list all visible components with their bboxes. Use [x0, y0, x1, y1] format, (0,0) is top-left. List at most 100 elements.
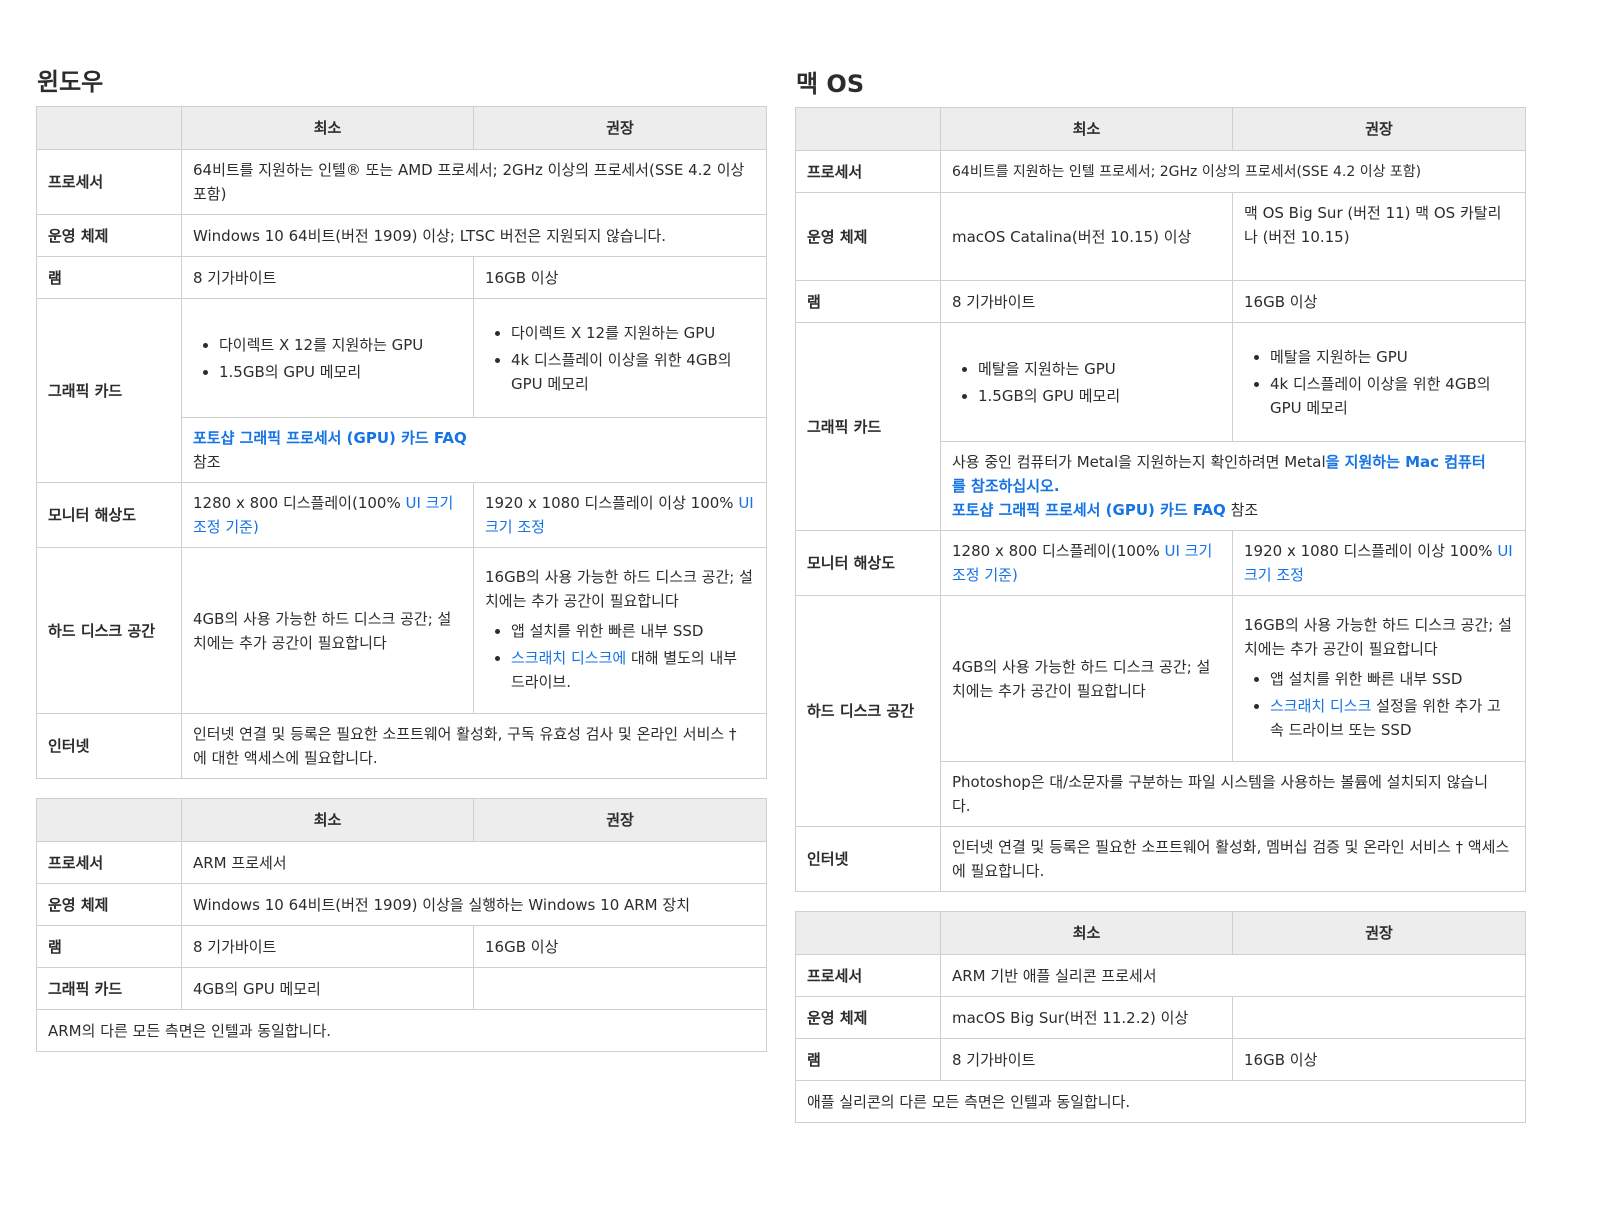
row-label: 운영 체제: [795, 996, 941, 1039]
column-header-minimum: 최소: [940, 107, 1233, 151]
processor-value: ARM 프로세서: [181, 841, 767, 884]
list-item: 메탈을 지원하는 GPU: [978, 357, 1221, 381]
disk-minimum: 4GB의 사용 가능한 하드 디스크 공간; 설치에는 추가 공간이 필요합니다: [181, 547, 474, 714]
table-header-row: 최소 권장: [36, 798, 767, 842]
table-row-processor: 프로세서 64비트를 지원하는 인텔® 또는 AMD 프로세서; 2GHz 이상…: [36, 149, 767, 215]
table-row-graphics: 그래픽 카드 다이렉트 X 12를 지원하는 GPU 1.5GB의 GPU 메모…: [36, 298, 767, 483]
table-row-graphics: 그래픽 카드 메탈을 지원하는 GPU 1.5GB의 GPU 메모리 메탈을 지…: [795, 322, 1526, 531]
disk-recommended-text: 16GB의 사용 가능한 하드 디스크 공간; 설치에는 추가 공간이 필요합니…: [1244, 615, 1512, 658]
corner-cell: [36, 106, 182, 150]
graphics-recommended-list: 메탈을 지원하는 GPU 4k 디스플레이 이상을 위한 4GB의 GPU 메모…: [1244, 345, 1514, 420]
row-label: 램: [795, 1038, 941, 1081]
os-minimum: macOS Catalina(버전 10.15) 이상: [940, 192, 1233, 281]
column-header-recommended: 권장: [473, 106, 767, 150]
gpu-faq-suffix: 참조: [1225, 501, 1259, 519]
processor-text: 64비트를 지원하는 인텔® 또는 AMD 프로세서; 2GHz 이상의 프로세…: [193, 161, 745, 203]
table-row-processor: 프로세서 ARM 기반 애플 실리콘 프로세서: [795, 954, 1526, 997]
processor-value: 64비트를 지원하는 인텔 프로세서; 2GHz 이상의 프로세서(SSE 4.…: [940, 150, 1526, 193]
os-value: Windows 10 64비트(버전 1909) 이상; LTSC 버전은 지원…: [181, 214, 767, 257]
monitor-recommended-text: 1920 x 1080 디스플레이 이상 100%: [1244, 542, 1498, 560]
row-label: 모니터 해상도: [795, 530, 941, 596]
list-item: 4k 디스플레이 이상을 위한 4GB의 GPU 메모리: [511, 348, 755, 396]
disk-recommended: 16GB의 사용 가능한 하드 디스크 공간; 설치에는 추가 공간이 필요합니…: [1232, 595, 1526, 762]
disk-recommended-text: 16GB의 사용 가능한 하드 디스크 공간; 설치에는 추가 공간이 필요합니…: [485, 567, 753, 610]
ram-minimum: 8 기가바이트: [181, 256, 474, 299]
table-row-ram: 램 8 기가바이트 16GB 이상: [36, 256, 767, 299]
row-label: 그래픽 카드: [795, 322, 941, 531]
column-header-recommended: 권장: [473, 798, 767, 842]
row-label: 램: [795, 280, 941, 323]
table-row-ram: 램 8 기가바이트 16GB 이상: [795, 1038, 1526, 1081]
list-item: 메탈을 지원하는 GPU: [1270, 345, 1514, 369]
table-row-disk: 하드 디스크 공간 4GB의 사용 가능한 하드 디스크 공간; 설치에는 추가…: [795, 595, 1526, 827]
gpu-faq-link[interactable]: 포토샵 그래픽 프로세서 (GPU) 카드 FAQ: [952, 501, 1226, 519]
corner-cell: [36, 798, 182, 842]
table-row-os: 운영 체제 macOS Catalina(버전 10.15) 이상 맥 OS B…: [795, 192, 1526, 281]
row-label: 하드 디스크 공간: [795, 595, 941, 827]
monitor-minimum: 1280 x 800 디스플레이(100% UI 크기 조정 기준): [181, 482, 474, 548]
row-label: 프로세서: [36, 841, 182, 884]
ram-minimum: 8 기가바이트: [940, 280, 1233, 323]
row-label: 모니터 해상도: [36, 482, 182, 548]
windows-arm-spec-table: 최소 권장 프로세서 ARM 프로세서 운영 체제 Windows 10 64비…: [36, 798, 767, 1052]
mac-spec-table: 최소 권장 프로세서 64비트를 지원하는 인텔 프로세서; 2GHz 이상의 …: [795, 107, 1526, 892]
list-item: 스크래치 디스크 설정을 위한 추가 고속 드라이브 또는 SSD: [1270, 694, 1514, 742]
table-row-processor: 프로세서 ARM 프로세서: [36, 841, 767, 884]
graphics-recommended: 다이렉트 X 12를 지원하는 GPU 4k 디스플레이 이상을 위한 4GB의…: [473, 298, 767, 418]
column-header-recommended: 권장: [1232, 911, 1526, 955]
processor-value: 64비트를 지원하는 인텔® 또는 AMD 프로세서; 2GHz 이상의 프로세…: [181, 149, 767, 215]
mac-arm-spec-table: 최소 권장 프로세서 ARM 기반 애플 실리콘 프로세서 운영 체제 macO…: [795, 911, 1526, 1123]
processor-value: ARM 기반 애플 실리콘 프로세서: [940, 954, 1526, 997]
apple-silicon-footer-note: 애플 실리콘의 다른 모든 측면은 인텔과 동일합니다.: [795, 1080, 1526, 1123]
disk-recommended: 16GB의 사용 가능한 하드 디스크 공간; 설치에는 추가 공간이 필요합니…: [473, 547, 767, 714]
graphics-minimum-list: 다이렉트 X 12를 지원하는 GPU 1.5GB의 GPU 메모리: [193, 333, 462, 384]
table-row-disk: 하드 디스크 공간 4GB의 사용 가능한 하드 디스크 공간; 설치에는 추가…: [36, 547, 767, 714]
graphics-recommended: 메탈을 지원하는 GPU 4k 디스플레이 이상을 위한 4GB의 GPU 메모…: [1232, 322, 1526, 442]
table-header-row: 최소 권장: [795, 911, 1526, 955]
monitor-minimum-text: 1280 x 800 디스플레이(100%: [193, 494, 406, 512]
row-label: 그래픽 카드: [36, 967, 182, 1010]
row-label: 프로세서: [795, 954, 941, 997]
graphics-minimum: 메탈을 지원하는 GPU 1.5GB의 GPU 메모리: [940, 322, 1233, 442]
table-header-row: 최소 권장: [36, 106, 767, 150]
scratch-disk-link[interactable]: 스크래치 디스크: [1270, 697, 1371, 715]
internet-value: 인터넷 연결 및 등록은 필요한 소프트웨어 활성화, 멤버십 검증 및 온라인…: [940, 826, 1526, 892]
graphics-note-cell: 사용 중인 컴퓨터가 Metal을 지원하는지 확인하려면 Metal을 지원하…: [940, 441, 1526, 531]
table-row-os: 운영 체제 macOS Big Sur(버전 11.2.2) 이상: [795, 996, 1526, 1039]
disk-minimum: 4GB의 사용 가능한 하드 디스크 공간; 설치에는 추가 공간이 필요합니다: [940, 595, 1233, 762]
windows-spec-table: 최소 권장 프로세서 64비트를 지원하는 인텔® 또는 AMD 프로세서; 2…: [36, 106, 767, 779]
table-row-processor: 프로세서 64비트를 지원하는 인텔 프로세서; 2GHz 이상의 프로세서(S…: [795, 150, 1526, 193]
row-label: 램: [36, 256, 182, 299]
row-label: 운영 체제: [36, 883, 182, 926]
os-minimum: macOS Big Sur(버전 11.2.2) 이상: [940, 996, 1233, 1039]
table-row-graphics: 그래픽 카드 4GB의 GPU 메모리: [36, 967, 767, 1010]
mac-heading: 맥 OS: [796, 70, 865, 98]
graphics-minimum: 다이렉트 X 12를 지원하는 GPU 1.5GB의 GPU 메모리: [181, 298, 474, 418]
os-value: Windows 10 64비트(버전 1909) 이상을 실행하는 Window…: [181, 883, 767, 926]
table-header-row: 최소 권장: [795, 107, 1526, 151]
scratch-disk-link[interactable]: 스크래치 디스크에: [511, 649, 626, 667]
os-recommended: [1232, 996, 1526, 1039]
list-item: 앱 설치를 위한 빠른 내부 SSD: [511, 619, 755, 643]
corner-cell: [795, 911, 941, 955]
table-row-os: 운영 체제 Windows 10 64비트(버전 1909) 이상을 실행하는 …: [36, 883, 767, 926]
table-row-ram: 램 8 기가바이트 16GB 이상: [795, 280, 1526, 323]
list-item: 1.5GB의 GPU 메모리: [978, 384, 1221, 408]
graphics-recommended-list: 다이렉트 X 12를 지원하는 GPU 4k 디스플레이 이상을 위한 4GB의…: [485, 321, 755, 396]
monitor-minimum-text: 1280 x 800 디스플레이(100%: [952, 542, 1165, 560]
gpu-faq-link[interactable]: 포토샵 그래픽 프로세서 (GPU) 카드 FAQ: [193, 429, 467, 447]
row-label: 운영 체제: [795, 192, 941, 281]
ram-recommended: 16GB 이상: [473, 256, 767, 299]
case-sensitive-note: Photoshop은 대/소문자를 구분하는 파일 시스템을 사용하는 볼륨에 …: [952, 773, 1489, 815]
os-recommended: 맥 OS Big Sur (버전 11) 맥 OS 카탈리나 (버전 10.15…: [1232, 192, 1526, 281]
row-label: 프로세서: [795, 150, 941, 193]
corner-cell: [795, 107, 941, 151]
monitor-recommended-text: 1920 x 1080 디스플레이 이상 100%: [485, 494, 739, 512]
ram-recommended: 16GB 이상: [473, 925, 767, 968]
table-row-internet: 인터넷 인터넷 연결 및 등록은 필요한 소프트웨어 활성화, 멤버십 검증 및…: [795, 826, 1526, 892]
graphics-minimum-list: 메탈을 지원하는 GPU 1.5GB의 GPU 메모리: [952, 357, 1221, 408]
list-item: 1.5GB의 GPU 메모리: [219, 360, 462, 384]
ram-minimum: 8 기가바이트: [940, 1038, 1233, 1081]
list-item: 다이렉트 X 12를 지원하는 GPU: [511, 321, 755, 345]
row-label: 하드 디스크 공간: [36, 547, 182, 714]
